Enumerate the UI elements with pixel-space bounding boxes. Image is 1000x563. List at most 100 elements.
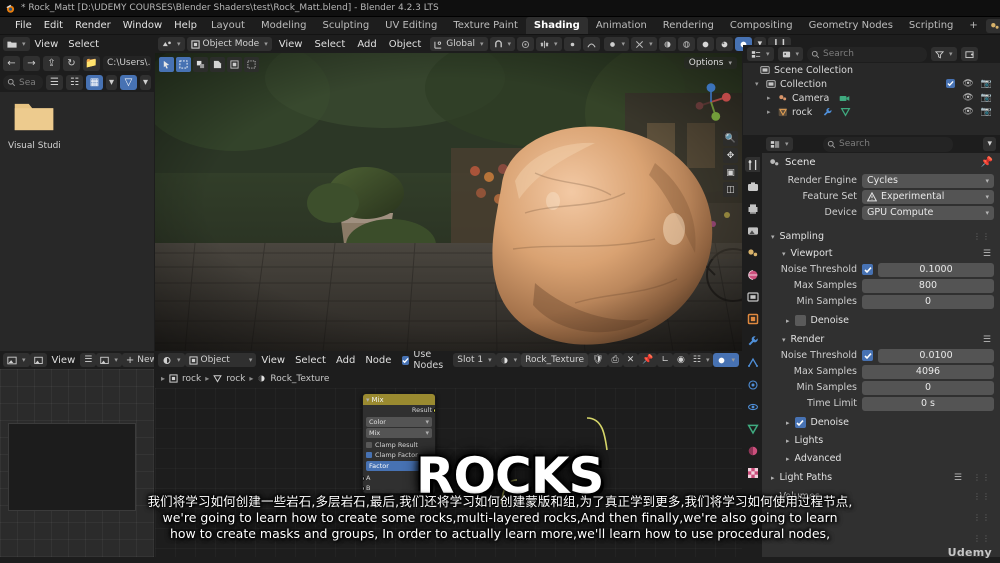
device-dropdown[interactable]: GPU Compute ▾ xyxy=(862,205,994,220)
render-min-samples-field[interactable]: 0 xyxy=(862,380,994,395)
duplicate-material-button[interactable]: ⎙ xyxy=(607,353,623,367)
properties-search-input[interactable]: Search xyxy=(822,136,953,152)
display-list-button[interactable]: ☰ xyxy=(46,75,63,90)
viewport-max-samples-field[interactable]: 800 xyxy=(862,278,994,293)
render-engine-dropdown[interactable]: Cycles ▾ xyxy=(862,173,994,188)
use-nodes-toggle[interactable]: Use Nodes xyxy=(396,351,451,369)
viewport-menu-view[interactable]: View xyxy=(274,37,308,52)
disable-in-renders-icon[interactable]: 📷 xyxy=(981,107,992,117)
properties-tab-view-layer[interactable] xyxy=(745,223,760,238)
editor-type-selector-outliner[interactable] xyxy=(747,47,774,61)
transform-orientation-selector[interactable]: Global xyxy=(430,37,488,51)
shader-type-selector[interactable]: Object xyxy=(184,353,257,367)
menu-edit[interactable]: Edit xyxy=(38,18,69,33)
workspace-tab-scripting[interactable]: Scripting xyxy=(901,17,961,34)
shading-material-preview-button[interactable] xyxy=(715,37,733,51)
mix-node-datatype-dropdown[interactable]: Color ▾ xyxy=(366,416,432,427)
navigation-gizmo[interactable] xyxy=(688,79,734,125)
outliner-row-scene-collection[interactable]: Scene Collection xyxy=(743,63,1000,77)
modifier-wrench-icon[interactable] xyxy=(822,107,833,117)
disclosure-triangle-camera[interactable]: ▸ xyxy=(767,94,774,102)
move-view-button[interactable]: ✥ xyxy=(723,148,738,163)
render-denoise-checkbox[interactable] xyxy=(794,417,806,428)
image-datablock-browse[interactable] xyxy=(96,353,122,367)
workspace-tab-uv-editing[interactable]: UV Editing xyxy=(377,17,445,34)
workspace-tab-sculpting[interactable]: Sculpting xyxy=(314,17,377,34)
shading-solid-button[interactable] xyxy=(696,37,714,51)
hide-in-viewport-icon[interactable]: 👁 xyxy=(962,79,973,89)
workspace-tab-compositing[interactable]: Compositing xyxy=(722,17,801,34)
properties-tab-particles[interactable] xyxy=(745,355,760,370)
editor-type-selector-viewport[interactable] xyxy=(158,37,185,51)
viewport-min-samples-field[interactable]: 0 xyxy=(862,294,994,309)
disclosure-triangle-rock[interactable]: ▸ xyxy=(767,108,774,116)
render-noise-threshold-checkbox[interactable] xyxy=(862,350,873,361)
shader-menu-view[interactable]: View xyxy=(256,353,290,368)
hide-in-viewport-icon[interactable]: 👁 xyxy=(962,107,973,117)
viewport-options-dropdown[interactable]: Options xyxy=(683,57,737,69)
material-slot-selector[interactable]: Slot 1 xyxy=(453,353,496,367)
properties-tab-texture[interactable] xyxy=(745,465,760,480)
menu-help[interactable]: Help xyxy=(168,18,203,33)
image-browse-button[interactable] xyxy=(29,353,47,367)
viewport-shading-visibility-button[interactable] xyxy=(603,37,630,51)
menu-render[interactable]: Render xyxy=(69,18,117,33)
viewport-denoise-checkbox[interactable] xyxy=(794,315,806,326)
scale-tool-button[interactable] xyxy=(227,57,242,72)
image-menu-view[interactable]: View xyxy=(47,353,81,368)
properties-tab-collection[interactable] xyxy=(745,289,760,304)
properties-tab-scene[interactable] xyxy=(745,245,760,260)
snap-magnet-toggle[interactable] xyxy=(489,37,516,51)
workspace-tab-animation[interactable]: Animation xyxy=(588,17,655,34)
viewport-menu-select[interactable]: Select xyxy=(309,37,350,52)
viewport-canvas[interactable]: Options 🔍 ✥ ▣ ◫ xyxy=(155,53,742,351)
properties-tab-material[interactable] xyxy=(745,443,760,458)
rotate-tool-button[interactable] xyxy=(210,57,225,72)
shader-menu-select[interactable]: Select xyxy=(290,353,331,368)
interaction-mode-selector[interactable]: Object Mode xyxy=(186,37,272,51)
nav-forward-button[interactable]: → xyxy=(23,55,40,71)
camera-view-button[interactable]: ▣ xyxy=(723,165,738,180)
viewport-menu-add[interactable]: Add xyxy=(352,37,381,52)
filter-toggle-button[interactable]: ▽ xyxy=(120,75,137,90)
properties-tab-tool[interactable] xyxy=(745,157,760,172)
mesh-data-icon[interactable] xyxy=(840,107,851,117)
tweak-tool-button[interactable] xyxy=(159,57,174,72)
filter-options-chevron[interactable]: ▾ xyxy=(140,75,151,90)
filebrowser-menu-select[interactable]: Select xyxy=(63,37,104,52)
create-new-directory-button[interactable]: 📁 xyxy=(83,55,100,71)
snap-node-button[interactable]: ∟ xyxy=(657,353,674,367)
properties-tab-object[interactable] xyxy=(745,311,760,326)
editor-type-selector-image[interactable] xyxy=(3,353,30,367)
workspace-tab-geometry-nodes[interactable]: Geometry Nodes xyxy=(801,17,901,34)
editor-type-selector-filebrowser[interactable] xyxy=(3,37,30,51)
workspace-tab-modeling[interactable]: Modeling xyxy=(253,17,315,34)
properties-tab-physics[interactable] xyxy=(745,377,760,392)
camera-data-icon[interactable] xyxy=(839,94,850,103)
hide-in-viewport-icon[interactable]: 👁 xyxy=(962,93,973,103)
properties-tab-constraints[interactable] xyxy=(745,399,760,414)
feature-set-dropdown[interactable]: Experimental ▾ xyxy=(862,189,994,204)
input-socket-b[interactable] xyxy=(363,485,365,491)
viewport-menu-object[interactable]: Object xyxy=(384,37,427,52)
viewport-noise-threshold-checkbox[interactable] xyxy=(862,264,873,275)
nav-refresh-button[interactable]: ↻ xyxy=(63,55,80,71)
pin-id-icon[interactable]: 📌 xyxy=(981,157,993,168)
breadcrumb-object[interactable]: rock xyxy=(182,374,201,384)
viewport-noise-threshold-field[interactable]: 0.1000 xyxy=(878,262,994,277)
presets-list-icon[interactable]: ☰ xyxy=(983,335,991,345)
workspace-tab-shading[interactable]: Shading xyxy=(525,17,588,34)
transform-tool-button[interactable] xyxy=(244,57,259,72)
move-tool-button[interactable] xyxy=(193,57,208,72)
sampling-panel-header[interactable]: ▾ Sampling ⋮⋮ xyxy=(766,229,996,244)
viewport-gizmo-toggle[interactable] xyxy=(563,37,581,51)
viewport-overlay-toggle[interactable] xyxy=(582,37,600,51)
viewport-subpanel-header[interactable]: ▾ Viewport ☰ xyxy=(766,246,996,261)
display-options-chevron[interactable]: ▾ xyxy=(106,75,117,90)
menu-window[interactable]: Window xyxy=(117,18,168,33)
file-browser-file-list[interactable]: Visual Studi... xyxy=(0,92,154,351)
use-nodes-checkbox[interactable] xyxy=(402,355,410,365)
show-gizmo-button[interactable] xyxy=(631,37,657,51)
node-collapse-chevron-icon[interactable]: ▾ xyxy=(366,396,370,404)
unlink-material-button[interactable]: ✕ xyxy=(622,353,639,367)
